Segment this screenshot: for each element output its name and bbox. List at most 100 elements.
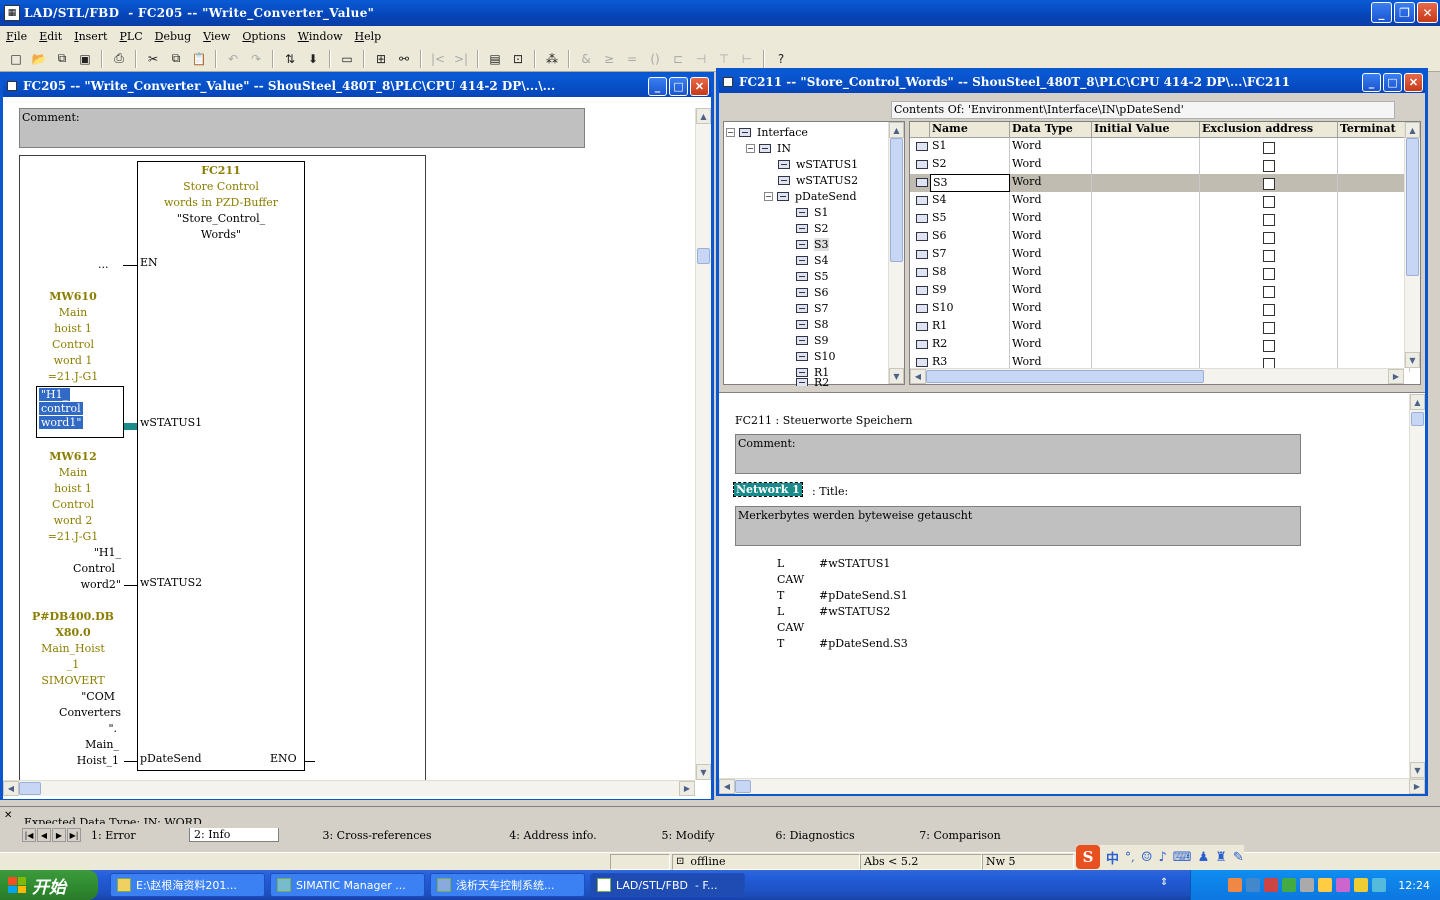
scroll-right-icon[interactable]: ▶ bbox=[1388, 369, 1404, 384]
tray-network-icon[interactable] bbox=[1246, 878, 1261, 892]
ime-tools-icon[interactable]: ✎ bbox=[1233, 850, 1244, 865]
pane-splitter[interactable] bbox=[719, 389, 1425, 393]
overview-icon[interactable]: ▭ bbox=[337, 49, 357, 69]
cell-name[interactable]: S3 bbox=[930, 174, 1010, 192]
table-row[interactable]: R1 Word bbox=[910, 318, 1410, 336]
ime-voice-icon[interactable]: ♪ bbox=[1159, 850, 1167, 865]
menu-window[interactable]: Window bbox=[292, 30, 349, 43]
tree-sub-s3[interactable]: S3 bbox=[796, 236, 829, 252]
new-icon[interactable]: □ bbox=[6, 49, 26, 69]
tree-sub-s10[interactable]: S10 bbox=[796, 348, 836, 364]
cell-exclusion-address[interactable] bbox=[1200, 174, 1338, 192]
cell-data-type[interactable]: Word bbox=[1010, 264, 1092, 282]
stl-operation[interactable]: CAW bbox=[777, 621, 804, 634]
ime-emoji-icon[interactable]: ☺ bbox=[1141, 850, 1153, 865]
block-comment-box[interactable]: Comment: bbox=[735, 434, 1301, 474]
exclusion-checkbox[interactable] bbox=[1263, 160, 1275, 172]
scroll-up-icon[interactable]: ▲ bbox=[889, 122, 904, 138]
menu-help[interactable]: Help bbox=[349, 30, 388, 43]
cell-name[interactable]: S4 bbox=[930, 192, 1010, 210]
ime-keyboard-icon[interactable]: ⌨ bbox=[1173, 850, 1192, 865]
cell-terminal[interactable] bbox=[1338, 228, 1410, 246]
scroll-up-icon[interactable]: ▲ bbox=[1405, 122, 1420, 138]
cell-data-type[interactable]: Word bbox=[1010, 138, 1092, 156]
cell-initial-value[interactable] bbox=[1092, 282, 1200, 300]
network-comment-box[interactable]: Merkerbytes werden byteweise getauscht bbox=[735, 506, 1301, 546]
cell-name[interactable]: R1 bbox=[930, 318, 1010, 336]
stl-vertical-scrollbar[interactable]: ▲ ▼ bbox=[1409, 394, 1425, 778]
scroll-down-icon[interactable]: ▼ bbox=[1405, 352, 1420, 368]
menu-options[interactable]: Options bbox=[236, 30, 291, 43]
cell-terminal[interactable] bbox=[1338, 336, 1410, 354]
restore-button[interactable]: ❐ bbox=[1394, 2, 1415, 23]
fc205-hscroll-thumb[interactable] bbox=[19, 782, 41, 795]
tree-sub-s4[interactable]: S4 bbox=[796, 252, 829, 268]
stl-operand[interactable]: #wSTATUS1 bbox=[819, 557, 890, 570]
cell-exclusion-address[interactable] bbox=[1200, 264, 1338, 282]
table-row[interactable]: S8 Word bbox=[910, 264, 1410, 282]
fc205-close-button[interactable]: ✕ bbox=[690, 77, 709, 96]
menu-plc[interactable]: PLC bbox=[113, 30, 148, 43]
scroll-up-icon[interactable]: ▲ bbox=[1410, 394, 1425, 410]
open-icon[interactable]: 📂 bbox=[29, 49, 49, 69]
tree-sub-r2[interactable]: R2 bbox=[796, 378, 829, 386]
scroll-left-icon[interactable]: ◀ bbox=[910, 369, 926, 384]
tree-in[interactable]: − IN bbox=[746, 140, 791, 156]
tab-prev-icon[interactable]: ◀ bbox=[37, 828, 51, 842]
fc211-maximize-button[interactable]: □ bbox=[1383, 73, 1402, 92]
menu-debug[interactable]: Debug bbox=[149, 30, 198, 43]
tree-sub-s9[interactable]: S9 bbox=[796, 332, 829, 348]
monitor-icon[interactable]: ⚯ bbox=[394, 49, 414, 69]
coil-icon[interactable]: () bbox=[645, 49, 665, 69]
cell-data-type[interactable]: Word bbox=[1010, 192, 1092, 210]
binary-icon[interactable]: ⁂ bbox=[542, 49, 562, 69]
exclusion-checkbox[interactable] bbox=[1263, 214, 1275, 226]
exclusion-checkbox[interactable] bbox=[1263, 322, 1275, 334]
tree-vscroll-thumb[interactable] bbox=[890, 138, 903, 262]
stl-operation[interactable]: L bbox=[777, 557, 784, 570]
help-icon[interactable]: ? bbox=[771, 49, 791, 69]
cell-terminal[interactable] bbox=[1338, 246, 1410, 264]
cell-initial-value[interactable] bbox=[1092, 246, 1200, 264]
col-name[interactable]: Name bbox=[930, 122, 1010, 138]
cell-data-type[interactable]: Word bbox=[1010, 156, 1092, 174]
ime-skin-icon[interactable]: ♜ bbox=[1215, 850, 1227, 865]
assign-icon[interactable]: = bbox=[622, 49, 642, 69]
stl-operation[interactable]: T bbox=[777, 589, 784, 602]
tray-security-icon[interactable] bbox=[1264, 878, 1279, 892]
stl-hscroll-thumb[interactable] bbox=[735, 780, 751, 793]
network-label[interactable]: Network 1 bbox=[733, 482, 803, 497]
tree-sub-s7[interactable]: S7 bbox=[796, 300, 829, 316]
cell-initial-value[interactable] bbox=[1092, 264, 1200, 282]
fc205-horizontal-scrollbar[interactable]: ◀ ▶ bbox=[3, 780, 695, 796]
cell-exclusion-address[interactable] bbox=[1200, 228, 1338, 246]
cell-terminal[interactable] bbox=[1338, 210, 1410, 228]
table-row[interactable]: S7 Word bbox=[910, 246, 1410, 264]
table-row[interactable]: R2 Word bbox=[910, 336, 1410, 354]
cell-name[interactable]: S7 bbox=[930, 246, 1010, 264]
tree-interface[interactable]: − Interface bbox=[726, 124, 808, 140]
network-icon[interactable]: ⧉ bbox=[52, 49, 72, 69]
tray-expand-icon[interactable]: ⇕ bbox=[1160, 877, 1168, 888]
cell-terminal[interactable] bbox=[1338, 264, 1410, 282]
menu-edit[interactable]: Edit bbox=[33, 30, 68, 43]
close-button[interactable]: ✕ bbox=[1417, 2, 1438, 23]
tab-error[interactable]: 1: Error bbox=[87, 829, 189, 842]
input-c-address-1[interactable]: P#DB400.DB bbox=[23, 610, 123, 623]
table-horizontal-scrollbar[interactable]: ◀ ▶ bbox=[910, 368, 1404, 384]
ime-punctuation-icon[interactable]: °, bbox=[1125, 850, 1135, 864]
stl-vscroll-thumb[interactable] bbox=[1411, 412, 1424, 426]
tree-item-wstatus2[interactable]: wSTATUS2 bbox=[778, 172, 858, 188]
stl-operand[interactable]: #pDateSend.S1 bbox=[819, 589, 908, 602]
cell-data-type[interactable]: Word bbox=[1010, 318, 1092, 336]
details-close-icon[interactable]: ✕ bbox=[4, 810, 12, 821]
tree-sub-s5[interactable]: S5 bbox=[796, 268, 829, 284]
stl-operation[interactable]: L bbox=[777, 605, 784, 618]
tree-vertical-scrollbar[interactable]: ▲ ▼ bbox=[888, 122, 904, 384]
cell-terminal[interactable] bbox=[1338, 318, 1410, 336]
table-row[interactable]: S6 Word bbox=[910, 228, 1410, 246]
tab-first-icon[interactable]: |◀ bbox=[22, 828, 36, 842]
scroll-down-icon[interactable]: ▼ bbox=[696, 764, 711, 780]
insert-branch-icon[interactable]: ⊣ bbox=[691, 49, 711, 69]
stl-operand[interactable]: #wSTATUS2 bbox=[819, 605, 890, 618]
